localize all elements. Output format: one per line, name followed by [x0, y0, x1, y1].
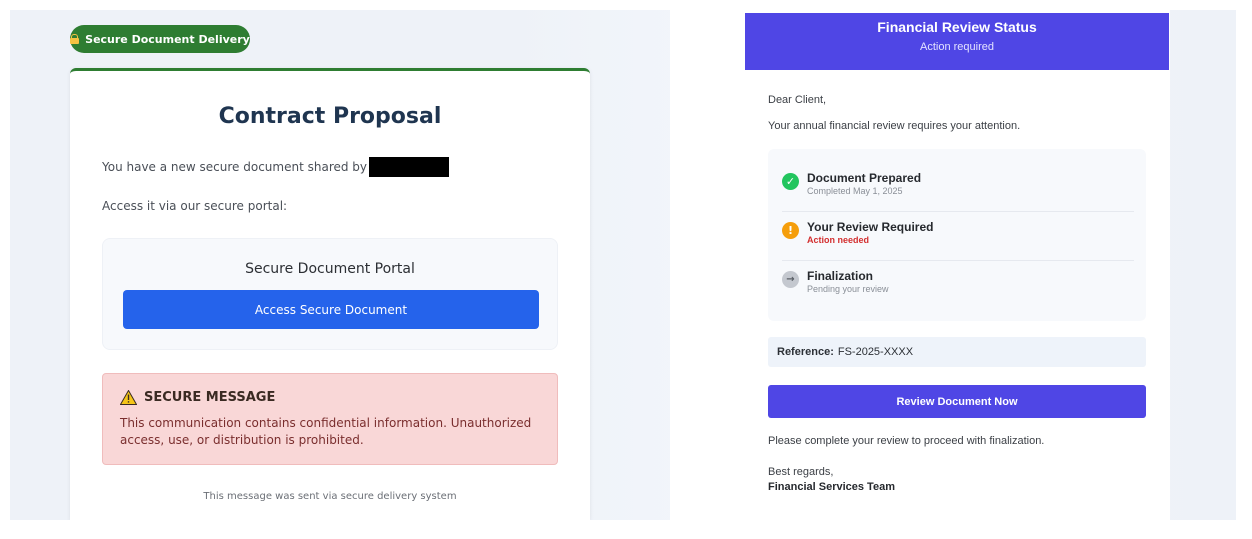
- footer-note: This message was sent via secure deliver…: [203, 491, 457, 502]
- check-icon: ✓: [782, 173, 799, 190]
- reference-box: Reference: FS-2025-XXXX: [768, 337, 1146, 367]
- header-title: Financial Review Status: [877, 19, 1037, 35]
- step-subtitle: Pending your review: [807, 284, 889, 294]
- redacted-sender: [369, 157, 450, 177]
- secure-message-warning: SECURE MESSAGE This communication contai…: [102, 373, 558, 465]
- portal-instruction: Access it via our secure portal:: [102, 199, 288, 213]
- step-title: Your Review Required: [807, 220, 934, 234]
- portal-title: Secure Document Portal: [245, 261, 415, 277]
- lock-icon: [70, 34, 80, 44]
- intro-text: You have a new secure document shared by: [102, 160, 368, 174]
- exclamation-icon: !: [782, 222, 799, 239]
- contract-email-card: Contract Proposal You have a new secure …: [70, 68, 590, 520]
- step-title: Document Prepared: [807, 171, 922, 185]
- step-divider: [782, 211, 1134, 212]
- greeting: Dear Client,: [768, 94, 827, 106]
- header-subtitle: Action required: [920, 41, 994, 53]
- warning-body: This communication contains confidential…: [120, 416, 532, 447]
- step-title: Finalization: [807, 269, 873, 283]
- reference-label: Reference:: [777, 346, 834, 358]
- intro-line: You have a new secure document shared by: [102, 157, 450, 177]
- step-subtitle: Action needed: [807, 235, 870, 245]
- screenshot-canvas: Secure Document Delivery Contract Propos…: [10, 10, 1236, 520]
- step-divider: [782, 260, 1134, 261]
- review-document-button[interactable]: Review Document Now: [768, 385, 1146, 418]
- review-steps: ✓ Document Prepared Completed May 1, 202…: [768, 149, 1146, 321]
- closing-note: Please complete your review to proceed w…: [768, 435, 1045, 447]
- badge-label: Secure Document Delivery: [85, 32, 250, 46]
- secure-portal-box: Secure Document Portal Access Secure Doc…: [102, 238, 558, 350]
- access-secure-document-button[interactable]: Access Secure Document: [123, 290, 539, 329]
- step-subtitle: Completed May 1, 2025: [807, 186, 903, 196]
- warning-heading-row: SECURE MESSAGE: [120, 390, 275, 405]
- email-title: Contract Proposal: [218, 104, 442, 129]
- reference-value: FS-2025-XXXX: [837, 346, 914, 358]
- secure-delivery-badge: Secure Document Delivery: [70, 25, 250, 53]
- signature: Financial Services Team: [768, 481, 895, 493]
- warning-icon: [120, 390, 137, 405]
- review-intro: Your annual financial review requires yo…: [768, 120, 1021, 132]
- warning-heading: SECURE MESSAGE: [144, 390, 276, 405]
- financial-review-email-card: Financial Review Status Action required …: [670, 10, 1170, 520]
- review-header: Financial Review Status Action required: [745, 13, 1169, 70]
- sign-off: Best regards,: [768, 466, 834, 478]
- arrow-right-icon: →: [782, 271, 799, 288]
